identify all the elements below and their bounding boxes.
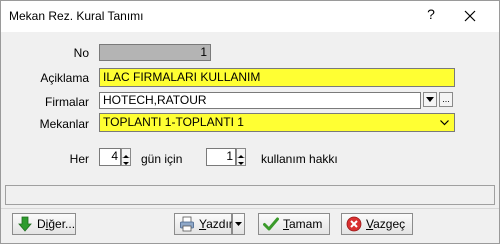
status-bar — [5, 185, 495, 205]
tamam-label: Tamam — [283, 217, 323, 231]
tamam-button[interactable]: Tamam — [258, 213, 330, 235]
help-button[interactable]: ? — [421, 6, 441, 22]
mekanlar-selected-value: TOPLANTI 1-TOPLANTI 1 — [103, 115, 244, 129]
close-icon — [464, 10, 476, 22]
spin-down-icon[interactable] — [237, 157, 245, 165]
diger-button[interactable]: Diğer... — [12, 213, 76, 235]
firmalar-label: Firmalar — [45, 95, 89, 109]
mekanlar-select[interactable]: TOPLANTI 1-TOPLANTI 1 — [99, 113, 455, 132]
spin-down-icon[interactable] — [122, 157, 130, 165]
cancel-icon — [346, 216, 362, 232]
firmalar-browse-button[interactable]: ... — [439, 92, 453, 107]
diger-label: Diğer... — [37, 217, 76, 231]
yazdir-dropdown-button[interactable] — [232, 213, 245, 235]
firmalar-dropdown-button[interactable] — [423, 92, 437, 107]
vazgec-button[interactable]: Vazgeç — [341, 213, 413, 235]
no-field: 1 — [99, 44, 211, 61]
title-bar: Mekan Rez. Kural Tanımı ? — [1, 1, 499, 32]
divider — [1, 208, 499, 209]
kullanim-hakki-label: kullanım hakkı — [261, 152, 338, 166]
triangle-down-icon — [426, 97, 434, 102]
checkmark-icon — [263, 216, 279, 232]
yazdir-label: Yazdır — [199, 217, 233, 231]
window-title: Mekan Rez. Kural Tanımı — [9, 9, 144, 23]
triangle-down-icon — [235, 222, 242, 226]
no-label: No — [73, 46, 89, 60]
close-button[interactable] — [456, 5, 484, 27]
aciklama-input[interactable]: ILAC FIRMALARI KULLANIM — [99, 68, 455, 87]
kullanim-count-input[interactable]: 1 — [206, 148, 236, 166]
ellipsis-icon: ... — [442, 94, 450, 104]
yazdir-button[interactable]: Yazdır — [174, 213, 233, 235]
printer-icon — [179, 216, 195, 232]
mekanlar-label: Mekanlar — [39, 117, 89, 131]
her-days-input[interactable]: 4 — [99, 148, 121, 166]
kullanim-count-spinner[interactable] — [236, 148, 246, 166]
vazgec-label: Vazgeç — [366, 217, 406, 231]
chevron-down-icon — [440, 120, 449, 126]
firmalar-field[interactable]: HOTECH,RATOUR — [99, 92, 421, 109]
gun-icin-label: gün için — [141, 152, 183, 166]
dialog-window: Mekan Rez. Kural Tanımı ? No 1 Açiklama … — [0, 0, 500, 244]
her-label: Her — [69, 152, 89, 166]
arrow-down-icon — [17, 216, 33, 232]
her-days-spinner[interactable] — [121, 148, 131, 166]
aciklama-label: Açiklama — [40, 71, 89, 85]
